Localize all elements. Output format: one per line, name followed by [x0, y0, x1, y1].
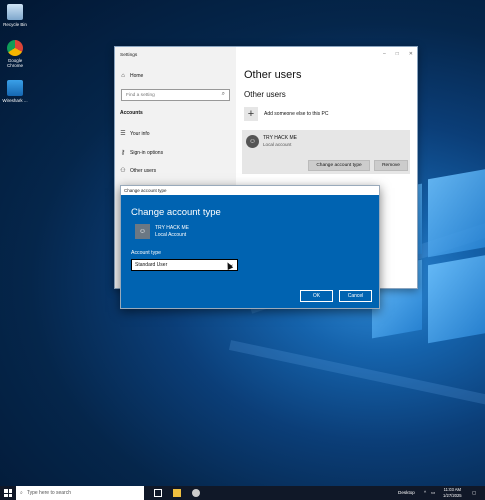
desktop-icon-label: Google Chrome: [6, 58, 23, 68]
nav-item-label: Sign-in options: [130, 149, 164, 156]
nav-home[interactable]: ⌂ Home: [120, 73, 143, 79]
nav-item-label: Your info: [130, 130, 150, 137]
nav-item-label: Other users: [130, 167, 157, 174]
key-icon: ⚷: [120, 150, 126, 156]
search-icon: ⌕: [221, 91, 225, 97]
desktop-icon-chrome[interactable]: Google Chrome: [2, 40, 28, 68]
taskbar-search-input[interactable]: ⌕ Type here to search: [16, 486, 144, 500]
dialog-user-type: Local Account: [155, 232, 187, 238]
start-button[interactable]: [4, 489, 12, 497]
dialog-titlebar: Change account type: [121, 186, 379, 195]
dialog-user-name: TRY HACK ME: [155, 225, 189, 231]
settings-titlebar: Settings: [115, 47, 236, 63]
avatar: ☺: [246, 135, 259, 148]
find-setting-input[interactable]: Find a setting ⌕: [121, 89, 230, 101]
settings-gear-icon[interactable]: [192, 489, 200, 497]
wireshark-icon: [7, 80, 23, 96]
taskbar: ⌕ Type here to search Desktop ^ ▭ 11:03 …: [0, 486, 485, 500]
desktop-icon-label: Recycle Bin: [3, 22, 27, 27]
account-type-label: Account type: [131, 250, 161, 256]
find-setting-placeholder: Find a setting: [126, 92, 155, 98]
user-card[interactable]: ☺ TRY HACK ME Local account Change accou…: [242, 130, 410, 174]
user-avatar-icon: ☺: [135, 224, 150, 239]
nav-your-info[interactable]: ☰ Your info: [120, 130, 150, 138]
account-type-select[interactable]: Standard User ⌄: [131, 259, 238, 271]
add-user-label: Add someone else to this PC: [264, 111, 329, 117]
task-view-icon[interactable]: [154, 489, 162, 497]
account-type-value: Standard User: [135, 262, 168, 268]
cancel-button[interactable]: Cancel: [339, 290, 372, 302]
desktop-icon-wireshark[interactable]: Wireshark ...: [2, 80, 28, 103]
nav-home-label: Home: [130, 73, 144, 79]
people-icon: ⚇: [120, 168, 126, 174]
minimize-icon[interactable]: –: [383, 51, 386, 57]
user-account-type: Local account: [263, 142, 292, 147]
person-card-icon: ☰: [120, 131, 126, 137]
chrome-icon: [7, 40, 23, 56]
taskbar-search-placeholder: Type here to search: [26, 490, 72, 496]
nav-sign-in-options[interactable]: ⚷ Sign-in options: [120, 149, 164, 157]
change-account-type-dialog: Change account type Change account type …: [120, 185, 380, 309]
close-icon[interactable]: ✕: [409, 51, 413, 57]
remove-button[interactable]: Remove: [374, 160, 408, 171]
dialog-heading: Change account type: [131, 207, 221, 218]
search-icon: ⌕: [20, 490, 23, 496]
network-icon[interactable]: ▭: [431, 490, 435, 496]
clock-date: 1/27/2025: [443, 492, 462, 498]
notification-icon[interactable]: ▢: [472, 490, 476, 496]
user-name: TRY HACK ME: [263, 135, 297, 141]
clock-time: 11:03 AM: [443, 487, 462, 492]
system-clock[interactable]: 11:03 AM 1/27/2025: [443, 487, 462, 498]
page-title: Other users: [244, 69, 302, 81]
plus-icon: +: [244, 107, 258, 121]
section-accounts: Accounts: [120, 110, 143, 116]
home-icon: ⌂: [121, 73, 125, 79]
section-title: Other users: [244, 90, 286, 99]
maximize-icon[interactable]: □: [396, 51, 399, 57]
file-explorer-icon[interactable]: [173, 489, 181, 497]
change-account-type-button[interactable]: Change account type: [308, 160, 370, 171]
desktop-icon-recycle-bin[interactable]: Recycle Bin: [2, 4, 28, 27]
ok-button[interactable]: OK: [300, 290, 333, 302]
nav-other-users[interactable]: ⚇ Other users: [120, 167, 157, 175]
add-user-button[interactable]: + Add someone else to this PC: [244, 107, 328, 121]
desktop-icon-label: Wireshark ...: [2, 98, 28, 103]
window-controls: – □ ✕: [383, 51, 413, 57]
desktop-toolbar-label[interactable]: Desktop: [398, 490, 415, 495]
chevron-up-icon[interactable]: ^: [424, 490, 426, 495]
settings-window-title: Settings: [120, 52, 138, 58]
recycle-bin-icon: [7, 4, 23, 20]
dialog-window-title: Change account type: [124, 188, 167, 193]
